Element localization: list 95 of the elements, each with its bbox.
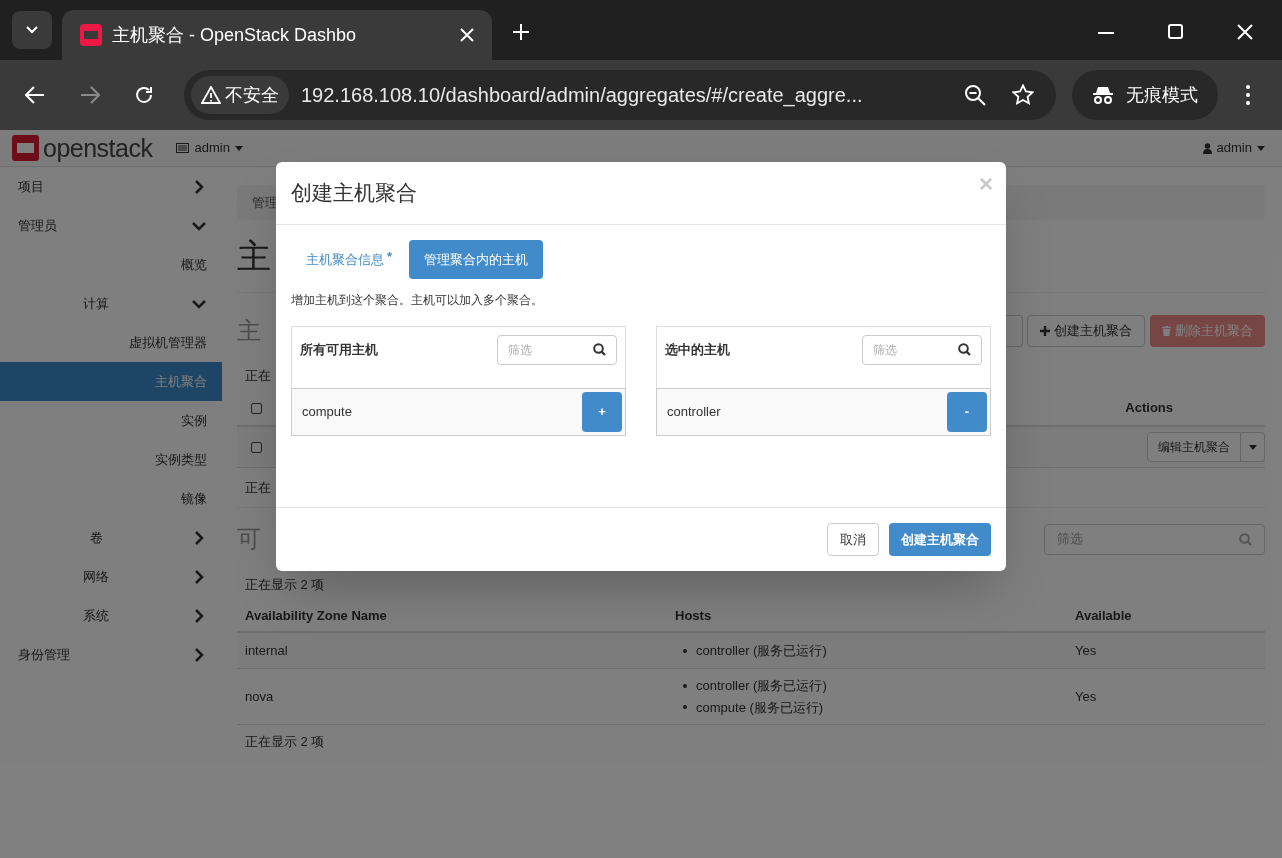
add-button[interactable]: +: [582, 392, 622, 432]
table-cell: Yes: [1075, 688, 1097, 704]
remove-button[interactable]: -: [947, 392, 987, 432]
list-icon: [176, 143, 190, 153]
chevron-down-icon: [192, 220, 206, 231]
incognito-icon: [1092, 85, 1114, 105]
back-icon[interactable]: [25, 86, 45, 104]
caret-icon: [1257, 145, 1265, 151]
search-icon: [593, 343, 606, 356]
bullet-icon: [683, 705, 687, 710]
sidebar-item[interactable]: 主机聚合: [0, 362, 222, 401]
warning-icon: [201, 86, 221, 104]
chevron-right-icon: [194, 608, 204, 623]
table-cell-text: controller (服务已运行): [696, 641, 827, 660]
sidebar-item[interactable]: 镜像: [0, 479, 222, 518]
submit-button[interactable]: 创建主机聚合: [889, 523, 991, 556]
sidebar-group[interactable]: 管理员: [0, 206, 222, 245]
user-icon: [1202, 142, 1212, 154]
chevron-right-icon: [194, 530, 204, 545]
caret-icon: [234, 145, 243, 151]
cancel-button[interactable]: 取消: [827, 523, 879, 556]
zoom-icon[interactable]: [964, 84, 986, 106]
close-icon[interactable]: [1237, 24, 1253, 40]
plus-icon: [1040, 326, 1050, 336]
table-cell: internal: [245, 642, 288, 658]
maximize-icon[interactable]: [1168, 24, 1183, 39]
security-label: 不安全: [225, 83, 279, 107]
sidebar-item[interactable]: 实例类型: [0, 440, 222, 479]
table-cell-text: compute (服务已运行): [696, 698, 824, 717]
openstack-logo[interactable]: openstack: [12, 135, 153, 161]
item-count: 正在: [245, 367, 271, 386]
search-icon: [1239, 532, 1252, 546]
incognito-chip[interactable]: 无痕模式: [1072, 70, 1218, 120]
openstack-logo-icon: [80, 24, 102, 46]
table-cell: nova: [245, 688, 274, 704]
list-title: 所有可用主机: [300, 340, 378, 359]
dropdown-toggle[interactable]: [1241, 432, 1265, 462]
browser-tab[interactable]: 主机聚合 - OpenStack Dashbo: [62, 10, 492, 60]
item-count: 正在显示 2 项: [245, 733, 325, 752]
sidebar-group[interactable]: 计算: [0, 284, 222, 323]
table-cell-text: controller (服务已运行): [696, 677, 827, 695]
close-icon[interactable]: [460, 28, 474, 42]
wizard-tab[interactable]: 主机聚合信息 *: [291, 240, 408, 279]
trash-icon: [1162, 326, 1171, 336]
sidebar-group[interactable]: 网络: [0, 557, 222, 596]
star-icon[interactable]: [1012, 84, 1034, 106]
host-name: compute: [302, 403, 352, 422]
column-header: Actions: [1125, 399, 1173, 418]
item-count: 正在: [245, 478, 271, 497]
filter-field[interactable]: 筛选: [862, 334, 982, 365]
sidebar-item[interactable]: 虚拟机管理器: [0, 323, 222, 362]
table-cell: Yes: [1075, 642, 1097, 658]
list-title: 选中的主机: [665, 340, 730, 359]
filter-field[interactable]: 筛选: [497, 334, 617, 365]
bullet-icon: [683, 648, 687, 653]
url-text: 192.168.108.10/dashboard/admin/aggregates/#/create_aggre...: [301, 83, 864, 109]
chevron-down-icon: [26, 26, 38, 34]
wizard-tab[interactable]: 管理聚合内的主机: [409, 240, 544, 279]
page-title: 主: [237, 235, 271, 277]
checkbox[interactable]: [251, 402, 262, 414]
column-header: Available: [1075, 607, 1132, 623]
edit-aggregate-button[interactable]: 编辑主机聚合: [1147, 432, 1241, 462]
sidebar-item[interactable]: 实例: [0, 401, 222, 440]
host-name: controller: [667, 403, 721, 422]
menu-icon[interactable]: [1246, 85, 1250, 105]
logo-icon: [12, 135, 39, 161]
chevron-right-icon: [194, 647, 204, 662]
logo-text: openstack: [43, 135, 153, 161]
chevron-down-icon: [192, 298, 206, 309]
sidebar-group[interactable]: 系统: [0, 596, 222, 635]
column-header: Availability Zone Name: [245, 607, 387, 623]
sidebar-group[interactable]: 项目: [0, 167, 222, 206]
reload-icon[interactable]: [134, 85, 154, 105]
project-dropdown[interactable]: admin: [176, 138, 243, 158]
help-text: 增加主机到这个聚合。主机可以加入多个聚合。: [291, 292, 544, 309]
create-aggregate-button[interactable]: 创建主机聚合: [1027, 315, 1145, 347]
address-bar[interactable]: 不安全 192.168.108.10/dashboard/admin/aggregates/#/create_aggre...: [184, 70, 1056, 120]
tab-title: 主机聚合 - OpenStack Dashbo: [112, 23, 358, 47]
checkbox[interactable]: [251, 441, 262, 453]
sidebar-group[interactable]: 身份管理: [0, 635, 222, 674]
column-header: Hosts: [675, 607, 712, 623]
sidebar-item[interactable]: 概览: [0, 245, 222, 284]
incognito-label: 无痕模式: [1126, 83, 1198, 107]
chevron-right-icon: [194, 179, 204, 194]
chevron-right-icon: [194, 569, 204, 584]
tab-list-button[interactable]: [12, 11, 52, 49]
forward-icon[interactable]: [80, 86, 100, 104]
item-count: 正在显示 2 项: [245, 576, 325, 595]
new-tab-icon[interactable]: [512, 23, 530, 41]
user-dropdown[interactable]: admin: [1202, 138, 1265, 158]
sidebar-group[interactable]: 卷: [0, 518, 222, 557]
search-icon: [958, 343, 971, 356]
security-chip[interactable]: 不安全: [191, 76, 289, 114]
caret-icon: [1248, 444, 1257, 450]
bullet-icon: [683, 683, 687, 688]
